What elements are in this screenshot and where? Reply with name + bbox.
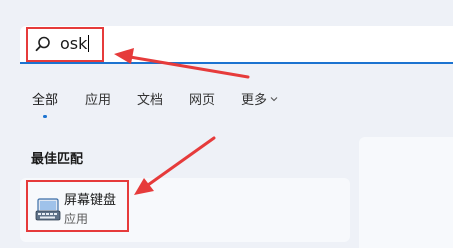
annotation-highlight-result	[26, 180, 129, 232]
details-panel	[359, 137, 453, 248]
tab-all[interactable]: 全部	[32, 92, 58, 110]
windows-search-panel: osk 全部 应用 文档 网页 更多 最佳匹配 屏幕键盘 应用	[0, 0, 453, 248]
chevron-down-icon	[270, 97, 278, 102]
active-tab-indicator	[43, 115, 47, 118]
section-title-best-match: 最佳匹配	[31, 152, 84, 167]
tab-documents[interactable]: 文档	[137, 92, 163, 110]
tab-more[interactable]: 更多	[241, 92, 278, 110]
annotation-highlight-search	[26, 27, 104, 62]
tab-apps[interactable]: 应用	[85, 92, 111, 110]
tab-web[interactable]: 网页	[189, 92, 215, 110]
